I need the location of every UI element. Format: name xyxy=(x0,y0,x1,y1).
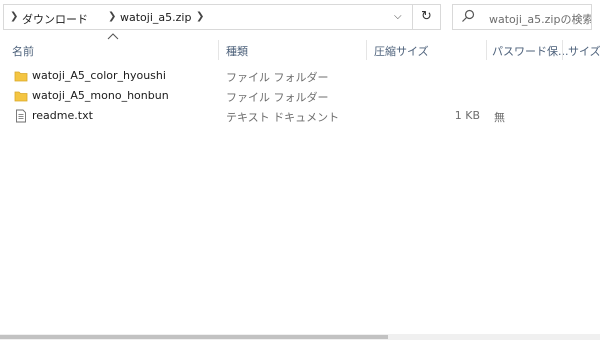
search-input[interactable]: watoji_a5.zipの検索 xyxy=(452,4,592,30)
file-type: テキスト ドキュメント xyxy=(226,111,340,124)
column-header-size[interactable]: サイズ xyxy=(568,43,600,59)
refresh-icon: ↻ xyxy=(421,9,432,24)
file-password: 無 xyxy=(494,111,505,124)
file-list: watoji_A5_color_hyoushi ファイル フォルダー watoj… xyxy=(0,66,600,126)
list-item[interactable]: watoji_A5_color_hyoushi ファイル フォルダー xyxy=(0,66,600,86)
column-header-compressed-size[interactable]: 圧縮サイズ xyxy=(374,43,429,59)
search-icon xyxy=(462,9,475,22)
file-type: ファイル フォルダー xyxy=(226,71,329,84)
text-file-icon xyxy=(16,109,26,123)
chevron-down-icon[interactable]: ⌵ xyxy=(394,11,402,22)
column-header-password[interactable]: パスワード保... xyxy=(492,43,569,59)
chevron-right-icon[interactable]: ❯ xyxy=(108,11,116,22)
column-header-row: 名前 種類 圧縮サイズ パスワード保... サイズ xyxy=(0,38,600,62)
address-bar[interactable]: ❯ ダウンロード ❯ watoji_a5.zip ❯ ⌵ xyxy=(3,4,413,30)
column-header-type[interactable]: 種類 xyxy=(226,43,248,59)
file-name: watoji_A5_color_hyoushi xyxy=(32,69,166,82)
column-divider[interactable] xyxy=(366,40,367,60)
column-divider[interactable] xyxy=(218,40,219,60)
file-compressed-size: 1 KB xyxy=(454,109,480,122)
file-type: ファイル フォルダー xyxy=(226,91,329,104)
chevron-right-icon[interactable]: ❯ xyxy=(196,11,204,22)
file-name: watoji_A5_mono_honbun xyxy=(32,89,169,102)
address-bar-row: ❯ ダウンロード ❯ watoji_a5.zip ❯ ⌵ ↻ watoji_a5… xyxy=(0,0,600,34)
breadcrumb-downloads[interactable]: ダウンロード xyxy=(22,11,88,27)
refresh-button[interactable]: ↻ xyxy=(413,4,441,30)
folder-icon xyxy=(14,91,28,102)
column-header-name[interactable]: 名前 xyxy=(12,43,34,59)
file-name: readme.txt xyxy=(32,109,93,122)
folder-icon xyxy=(14,71,28,82)
column-divider[interactable] xyxy=(562,40,563,60)
scrollbar-thumb[interactable] xyxy=(0,335,388,339)
list-item[interactable]: readme.txt テキスト ドキュメント 1 KB 無 xyxy=(0,106,600,126)
search-placeholder: watoji_a5.zipの検索 xyxy=(489,13,592,26)
list-item[interactable]: watoji_A5_mono_honbun ファイル フォルダー xyxy=(0,86,600,106)
column-divider[interactable] xyxy=(486,40,487,60)
breadcrumb-zip[interactable]: watoji_a5.zip xyxy=(120,11,191,24)
chevron-right-icon[interactable]: ❯ xyxy=(10,11,18,22)
